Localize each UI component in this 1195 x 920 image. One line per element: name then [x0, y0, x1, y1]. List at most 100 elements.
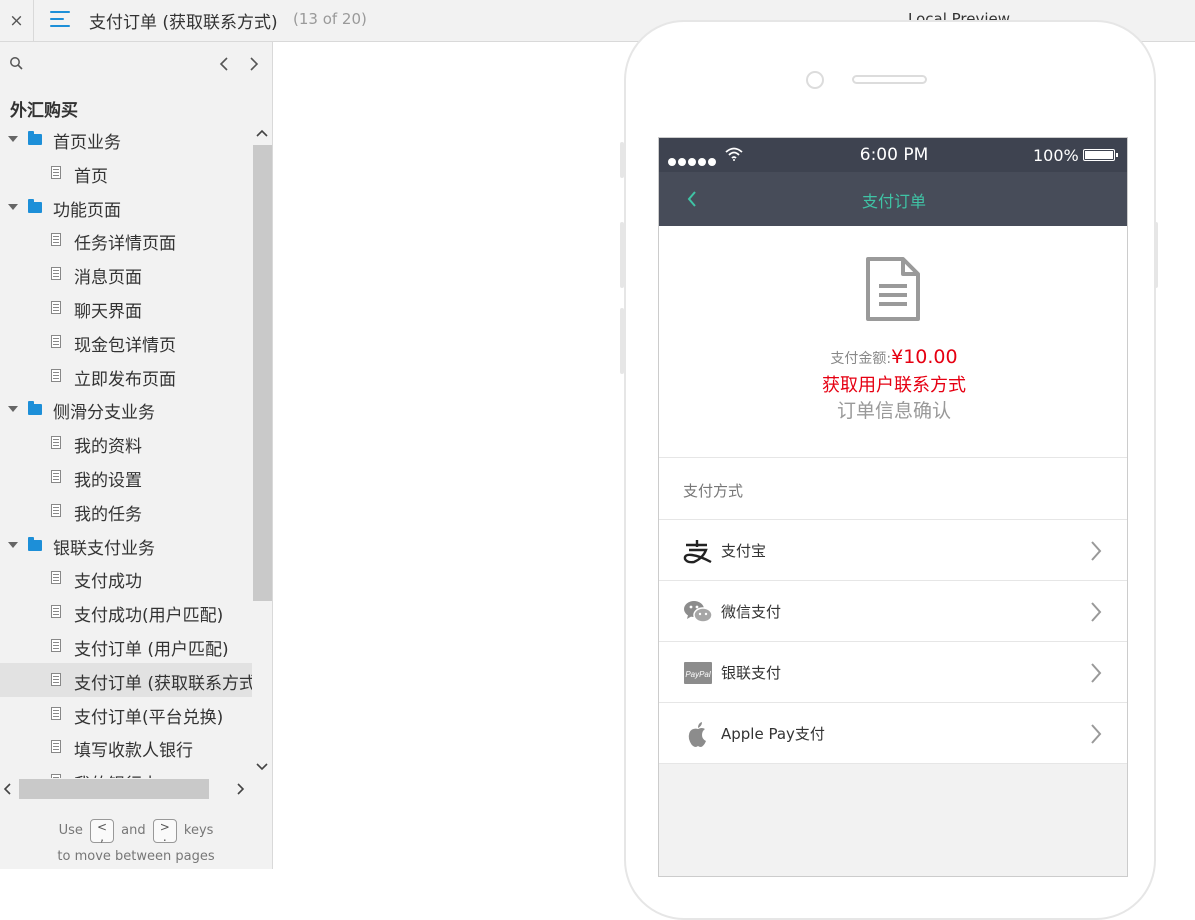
- close-button[interactable]: ×: [0, 0, 34, 41]
- caret-down-icon[interactable]: [8, 136, 18, 142]
- prev-key-sub: ,: [100, 829, 104, 844]
- tree-page[interactable]: 我的设置: [0, 460, 252, 494]
- tree-page-label: 现金包详情页: [74, 336, 176, 356]
- horizontal-scroll-thumb[interactable]: [19, 779, 209, 799]
- scroll-down-icon[interactable]: [256, 762, 268, 772]
- scroll-up-icon[interactable]: [256, 128, 268, 138]
- amount-line: 支付金额:¥10.00: [659, 346, 1127, 368]
- hint-use: Use: [58, 823, 83, 838]
- confirm-text: 订单信息确认: [836, 400, 951, 422]
- page-icon: [51, 504, 61, 517]
- project-title: 外汇购买: [10, 101, 78, 121]
- vertical-scrollbar[interactable]: [252, 122, 272, 780]
- tree-page[interactable]: 现金包详情页: [0, 325, 252, 359]
- phone-speaker: [852, 75, 927, 84]
- tree-page-label: 我的设置: [74, 471, 142, 491]
- page-icon: [51, 740, 61, 753]
- alipay-icon: [683, 540, 712, 564]
- hint-line2: to move between pages: [57, 849, 215, 864]
- vertical-scroll-thumb[interactable]: [253, 145, 272, 601]
- next-key-sub: .: [162, 829, 167, 844]
- page-tree: 首页业务首页功能页面任务详情页面消息页面聊天界面现金包详情页 立即发布页面侧滑分支…: [0, 122, 252, 778]
- tree-page[interactable]: 消息页面: [0, 257, 252, 291]
- paypal-icon: PayPal: [684, 662, 712, 684]
- tree-page[interactable]: 支付订单 (获取联系方式): [0, 663, 252, 697]
- amount-label: 支付金额:: [830, 351, 892, 367]
- payment-wechat[interactable]: 微信支付: [659, 581, 1127, 642]
- payment-unionpay[interactable]: PayPal 银联支付: [659, 642, 1127, 703]
- tree-folder-label: 银联支付业务: [53, 539, 155, 559]
- payment-applepay[interactable]: Apple Pay支付: [659, 703, 1127, 764]
- page-icon: [51, 707, 61, 720]
- tree-page-label: 支付成功: [74, 572, 142, 592]
- tree-page-label: 支付订单 (用户匹配): [74, 640, 229, 660]
- tree-page[interactable]: 任务详情页面: [0, 223, 252, 257]
- phone-volume-down: [620, 308, 624, 374]
- tree-folder-label: 侧滑分支业务: [53, 403, 155, 423]
- tree-folder[interactable]: 功能页面: [0, 190, 252, 224]
- tree-page[interactable]: 支付订单 (用户匹配): [0, 629, 252, 663]
- tree-page[interactable]: 支付成功: [0, 561, 252, 595]
- tree-folder-label: 功能页面: [53, 201, 121, 221]
- payment-alipay-label: 支付宝: [721, 542, 767, 560]
- next-page-icon[interactable]: [246, 55, 262, 73]
- tree-folder[interactable]: 银联支付业务: [0, 528, 252, 562]
- tree-page-label: 支付订单 (获取联系方式): [74, 674, 252, 694]
- page-icon: [51, 436, 61, 449]
- payment-alipay[interactable]: 支付宝: [659, 520, 1127, 581]
- caret-down-icon[interactable]: [8, 204, 18, 210]
- phone-power-button: [1154, 222, 1158, 288]
- paypal-badge-text: PayPal: [685, 670, 711, 679]
- folder-icon: [28, 131, 42, 145]
- tree-page-label: 聊天界面: [74, 302, 142, 322]
- payment-wechat-label: 微信支付: [721, 603, 782, 621]
- page-icon: [51, 369, 61, 382]
- tree-page-label: 任务详情页面: [74, 234, 176, 254]
- menu-icon[interactable]: [50, 9, 72, 29]
- tree-page-label: 我的资料: [74, 437, 142, 457]
- battery-percent: 100%: [1033, 146, 1079, 165]
- chevron-right-icon: [1091, 541, 1102, 561]
- scroll-left-icon[interactable]: [2, 783, 12, 795]
- contact-text: 获取用户联系方式: [822, 375, 966, 396]
- tree-page-label: 我的银行卡: [74, 770, 159, 778]
- battery-icon: [1083, 149, 1118, 161]
- folder-icon: [28, 537, 42, 551]
- hint-keys: keys: [183, 823, 214, 838]
- page-icon: [51, 267, 61, 280]
- previous-page-icon[interactable]: [216, 55, 232, 73]
- page-icon: [51, 166, 61, 179]
- tree-page[interactable]: 支付订单(平台兑换): [0, 697, 252, 731]
- order-summary: 支付金额:¥10.00 获取用户联系方式 订单信息确认: [659, 226, 1127, 458]
- keyboard-hint: Use <, and >. keys to move between pages: [0, 818, 272, 870]
- tree-page-label: 首页: [74, 167, 108, 187]
- payment-unionpay-label: 银联支付: [721, 664, 782, 682]
- scroll-right-icon[interactable]: [236, 783, 246, 795]
- horizontal-scrollbar[interactable]: [0, 778, 252, 800]
- chevron-right-icon: [1091, 602, 1102, 622]
- caret-down-icon[interactable]: [8, 542, 18, 548]
- payment-applepay-label: Apple Pay支付: [721, 725, 825, 743]
- phone-screen: 6:00 PM 100% 支付订单 支付金额:¥10.00 获取用户联系方式 订…: [658, 137, 1128, 877]
- tree-page[interactable]: 聊天界面: [0, 291, 252, 325]
- tree-page-label: 我的任务: [74, 505, 142, 525]
- tree-page[interactable]: 首页: [0, 156, 252, 190]
- caret-down-icon[interactable]: [8, 406, 18, 412]
- search-icon[interactable]: [9, 56, 24, 71]
- tree-page-label: 支付订单(平台兑换): [74, 708, 224, 728]
- hint-and: and: [121, 823, 146, 838]
- folder-icon: [28, 401, 42, 415]
- tree-page[interactable]: 填写收款人银行: [0, 730, 252, 764]
- tree-page[interactable]: 立即发布页面: [0, 359, 252, 393]
- tree-page[interactable]: 我的银行卡: [0, 764, 252, 778]
- tree-page[interactable]: 我的任务: [0, 494, 252, 528]
- page-icon: [51, 673, 61, 686]
- sidebar-toolbar: [0, 42, 272, 86]
- tree-folder[interactable]: 侧滑分支业务: [0, 392, 252, 426]
- payment-header: 支付方式: [659, 458, 1127, 520]
- amount-value: ¥10.00: [891, 346, 958, 368]
- tree-page[interactable]: 我的资料: [0, 426, 252, 460]
- tree-page-label: 立即发布页面: [74, 370, 176, 390]
- tree-folder[interactable]: 首页业务: [0, 122, 252, 156]
- tree-page[interactable]: 支付成功(用户匹配): [0, 595, 252, 629]
